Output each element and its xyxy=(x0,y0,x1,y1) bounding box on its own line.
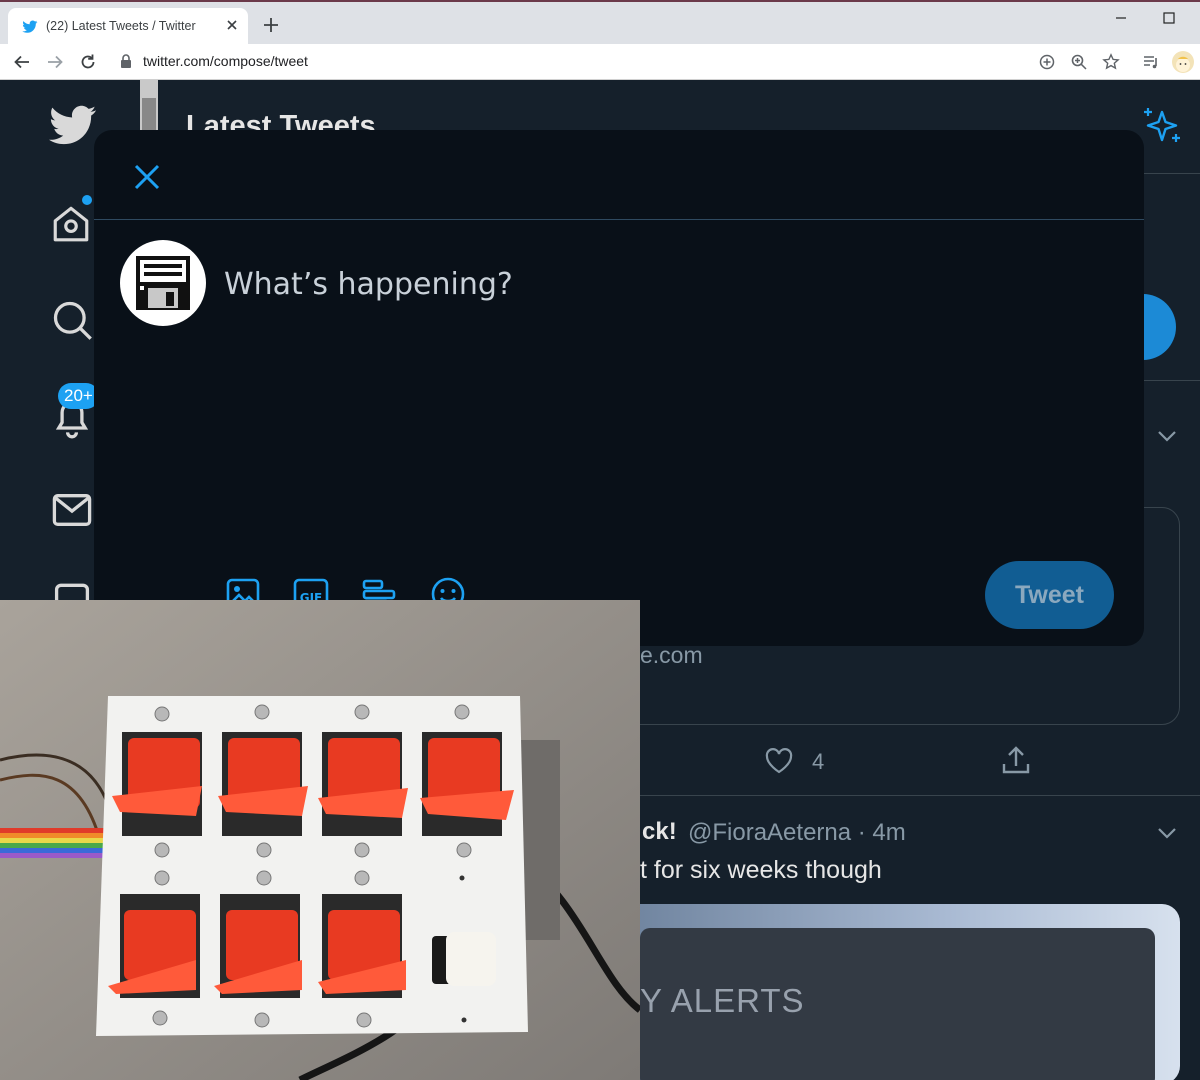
lock-icon[interactable] xyxy=(120,54,132,69)
heart-icon[interactable] xyxy=(764,747,794,775)
twitter-logo-icon[interactable] xyxy=(48,105,98,147)
tweet-author-name[interactable]: ck! xyxy=(642,818,677,846)
tweet-divider xyxy=(600,795,1200,796)
floppy-disk-icon xyxy=(136,256,190,310)
profile-avatar[interactable] xyxy=(1172,51,1194,73)
compose-tweet-modal: GIF Tweet xyxy=(94,130,1144,646)
forward-arrow-icon[interactable] xyxy=(46,53,64,71)
share-icon[interactable] xyxy=(1000,744,1032,776)
browser-tab[interactable]: (22) Latest Tweets / Twitter xyxy=(8,8,248,46)
mail-icon[interactable] xyxy=(50,488,94,532)
new-tab-icon[interactable] xyxy=(262,16,280,34)
twitter-favicon-icon xyxy=(22,20,38,33)
tweet-media-text: Y ALERTS xyxy=(640,982,805,1019)
search-icon[interactable] xyxy=(50,298,94,342)
close-icon[interactable] xyxy=(132,162,162,192)
panel-screws xyxy=(152,704,472,1028)
tweet-button[interactable]: Tweet xyxy=(985,561,1114,629)
home-unread-dot xyxy=(82,195,92,205)
tweet-handle-time[interactable]: @FioraAeterna · 4m xyxy=(688,819,906,847)
close-tab-icon[interactable] xyxy=(224,17,240,33)
video-overlay xyxy=(0,600,640,1080)
add-circle-icon[interactable] xyxy=(1038,53,1056,71)
chevron-down-icon[interactable] xyxy=(1157,430,1177,442)
zoom-icon[interactable] xyxy=(1070,53,1088,71)
avatar[interactable] xyxy=(120,240,206,326)
tweet-menu-chevron-icon[interactable] xyxy=(1157,827,1177,839)
star-icon[interactable] xyxy=(1102,53,1120,71)
like-count: 4 xyxy=(812,749,825,774)
maximize-icon[interactable] xyxy=(1160,10,1178,26)
reload-icon[interactable] xyxy=(79,53,97,71)
card-domain: e.com xyxy=(640,642,703,668)
compose-text-input[interactable] xyxy=(224,262,1084,306)
modal-divider xyxy=(94,219,1144,220)
home-icon[interactable] xyxy=(50,202,92,244)
sparkle-icon[interactable] xyxy=(1142,106,1182,146)
browser-tab-bar: (22) Latest Tweets / Twitter xyxy=(0,0,1200,46)
media-queue-icon[interactable] xyxy=(1142,53,1160,71)
browser-toolbar: twitter.com/compose/tweet xyxy=(0,44,1200,80)
address-bar[interactable]: twitter.com/compose/tweet xyxy=(143,53,308,69)
tab-title: (22) Latest Tweets / Twitter xyxy=(46,19,196,33)
profile-face-icon xyxy=(1176,56,1190,72)
back-arrow-icon[interactable] xyxy=(13,53,31,71)
notification-badge: 20+ xyxy=(58,383,99,409)
minimize-icon[interactable] xyxy=(1112,10,1130,26)
tweet-text: t for six weeks though xyxy=(640,856,882,884)
